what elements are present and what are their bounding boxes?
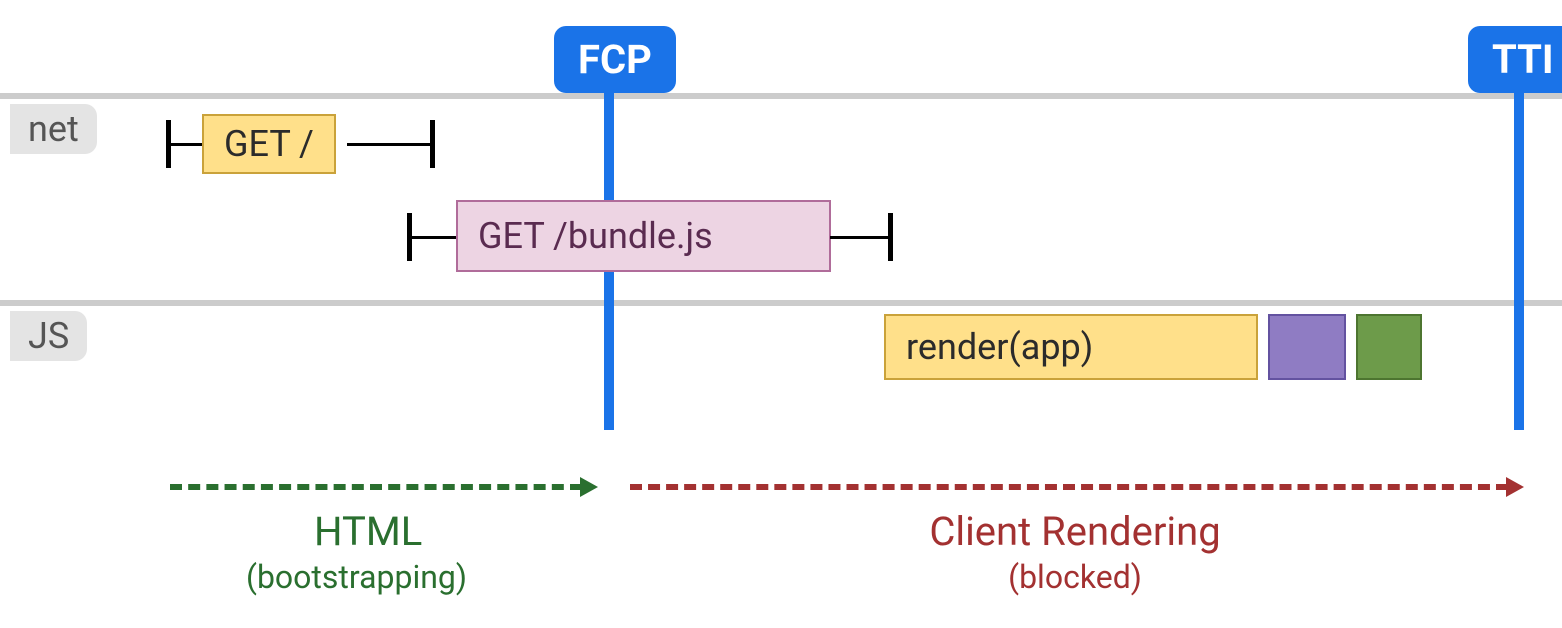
phase-client-title: Client Rendering: [680, 508, 1470, 555]
phase-html-title: HTML: [314, 508, 422, 555]
tick-get-bundle-end: [888, 213, 893, 261]
arrow-client-head: [1506, 477, 1524, 497]
hline-top: [0, 93, 1562, 99]
lane-label-net: net: [10, 104, 97, 154]
whisker-get-root-left: [168, 143, 204, 146]
block-render-app: render(app): [884, 314, 1258, 380]
phase-html-subtitle: (bootstrapping): [246, 558, 467, 596]
arrow-html-head: [580, 477, 598, 497]
arrow-html: [170, 484, 582, 490]
rendering-timeline-diagram: FCP TTI net JS GET / GET /bundle.js rend…: [0, 0, 1562, 628]
block-get-root: GET /: [202, 114, 336, 174]
whisker-get-bundle-left: [409, 236, 457, 239]
whisker-get-bundle-right: [830, 236, 890, 239]
tti-badge: TTI: [1468, 26, 1562, 93]
tick-get-root-end: [430, 120, 435, 168]
fcp-badge: FCP: [554, 26, 676, 93]
phase-client-subtitle: (blocked): [680, 558, 1470, 596]
block-get-bundle: GET /bundle.js: [456, 200, 831, 272]
hline-mid: [0, 300, 1562, 306]
lane-label-js: JS: [10, 311, 87, 361]
whisker-get-root-right: [347, 143, 433, 146]
block-purple: [1268, 314, 1346, 380]
block-green: [1356, 314, 1422, 380]
arrow-client: [630, 484, 1508, 490]
tti-line: [1514, 90, 1524, 430]
